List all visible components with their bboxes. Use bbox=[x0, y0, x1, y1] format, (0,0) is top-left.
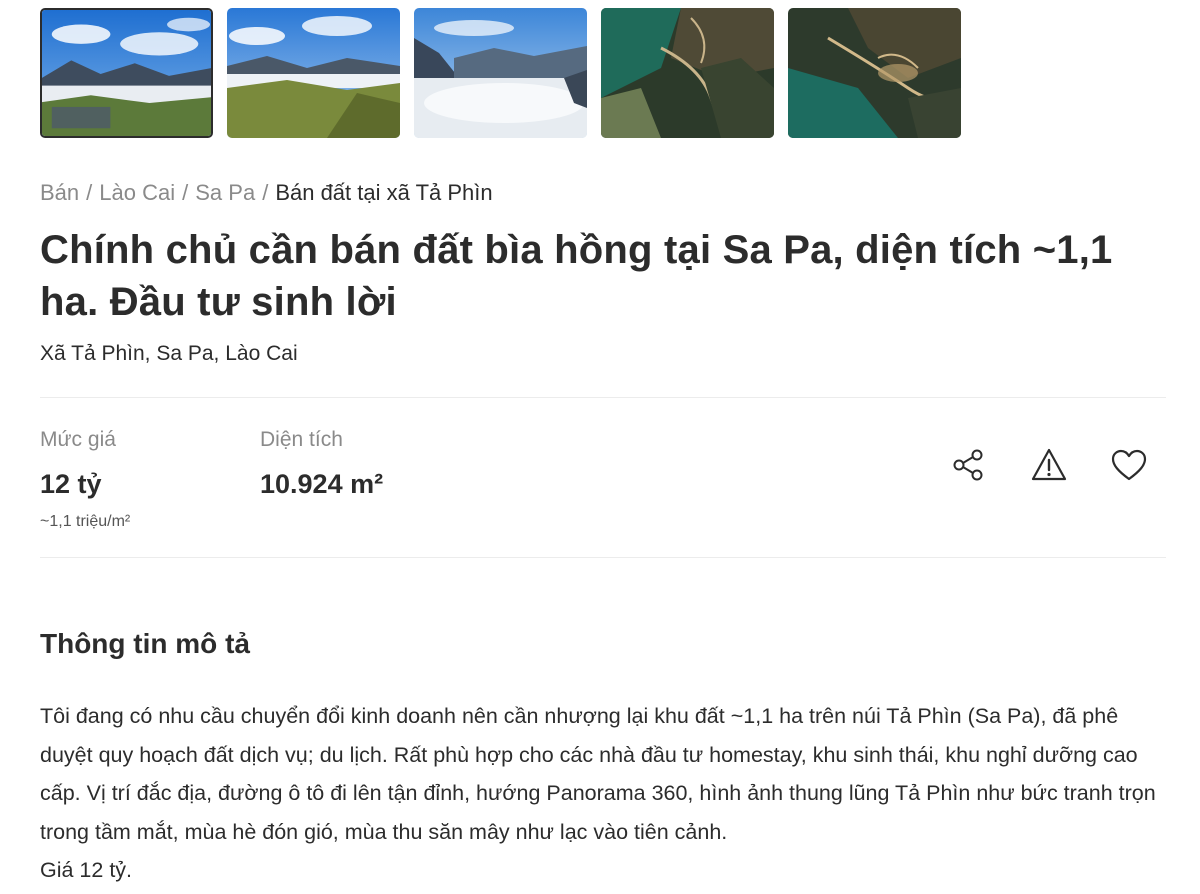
area-value: 10.924 m² bbox=[260, 469, 384, 499]
satellite-map-photo-2 bbox=[788, 8, 961, 138]
breadcrumb-link-sa-pa[interactable]: Sa Pa bbox=[195, 180, 255, 206]
breadcrumb-link-ban[interactable]: Bán bbox=[40, 180, 79, 206]
save-favorite-button[interactable] bbox=[1110, 446, 1148, 484]
area-label: Diện tích bbox=[260, 428, 343, 451]
breadcrumb-separator: / bbox=[86, 180, 93, 205]
satellite-map-photo-1 bbox=[601, 8, 774, 138]
image-gallery bbox=[40, 8, 961, 138]
mountain-valley-photo-1 bbox=[42, 10, 211, 136]
price-per-m2: ~1,1 triệu/m² bbox=[40, 513, 131, 530]
gallery-thumbnail-3[interactable] bbox=[414, 8, 587, 138]
share-button[interactable] bbox=[950, 446, 988, 484]
description-price-line: Giá 12 tỷ. bbox=[40, 858, 133, 882]
divider bbox=[40, 397, 1166, 398]
mountain-valley-photo-2 bbox=[227, 8, 400, 138]
price-label: Mức giá bbox=[40, 428, 116, 451]
breadcrumb-link-lao-cai[interactable]: Lào Cai bbox=[99, 180, 175, 206]
share-icon bbox=[953, 449, 983, 481]
breadcrumb-separator: / bbox=[182, 180, 189, 205]
description-body: Tôi đang có nhu cầu chuyển đổi kinh doan… bbox=[40, 697, 1160, 890]
warning-icon bbox=[1031, 448, 1067, 481]
price-value: 12 tỷ bbox=[40, 469, 102, 499]
description-paragraph: Tôi đang có nhu cầu chuyển đổi kinh doan… bbox=[40, 704, 1156, 844]
gallery-thumbnail-1[interactable] bbox=[40, 8, 213, 138]
heart-icon bbox=[1111, 449, 1147, 481]
breadcrumb-separator: / bbox=[262, 180, 269, 205]
gallery-thumbnail-5[interactable] bbox=[788, 8, 961, 138]
gallery-thumbnail-4[interactable] bbox=[601, 8, 774, 138]
cloud-sea-photo bbox=[414, 8, 587, 138]
listing-title: Chính chủ cần bán đất bìa hồng tại Sa Pa… bbox=[40, 228, 1113, 324]
listing-actions bbox=[950, 446, 1148, 484]
report-button[interactable] bbox=[1030, 446, 1068, 484]
divider bbox=[40, 557, 1166, 558]
gallery-thumbnail-2[interactable] bbox=[227, 8, 400, 138]
description-heading: Thông tin mô tả bbox=[40, 628, 250, 659]
breadcrumb-current: Bán đất tại xã Tả Phìn bbox=[275, 180, 493, 205]
listing-address: Xã Tả Phìn, Sa Pa, Lào Cai bbox=[40, 342, 298, 365]
breadcrumb: Bán / Lào Cai / Sa Pa / Bán đất tại xã T… bbox=[40, 180, 493, 206]
